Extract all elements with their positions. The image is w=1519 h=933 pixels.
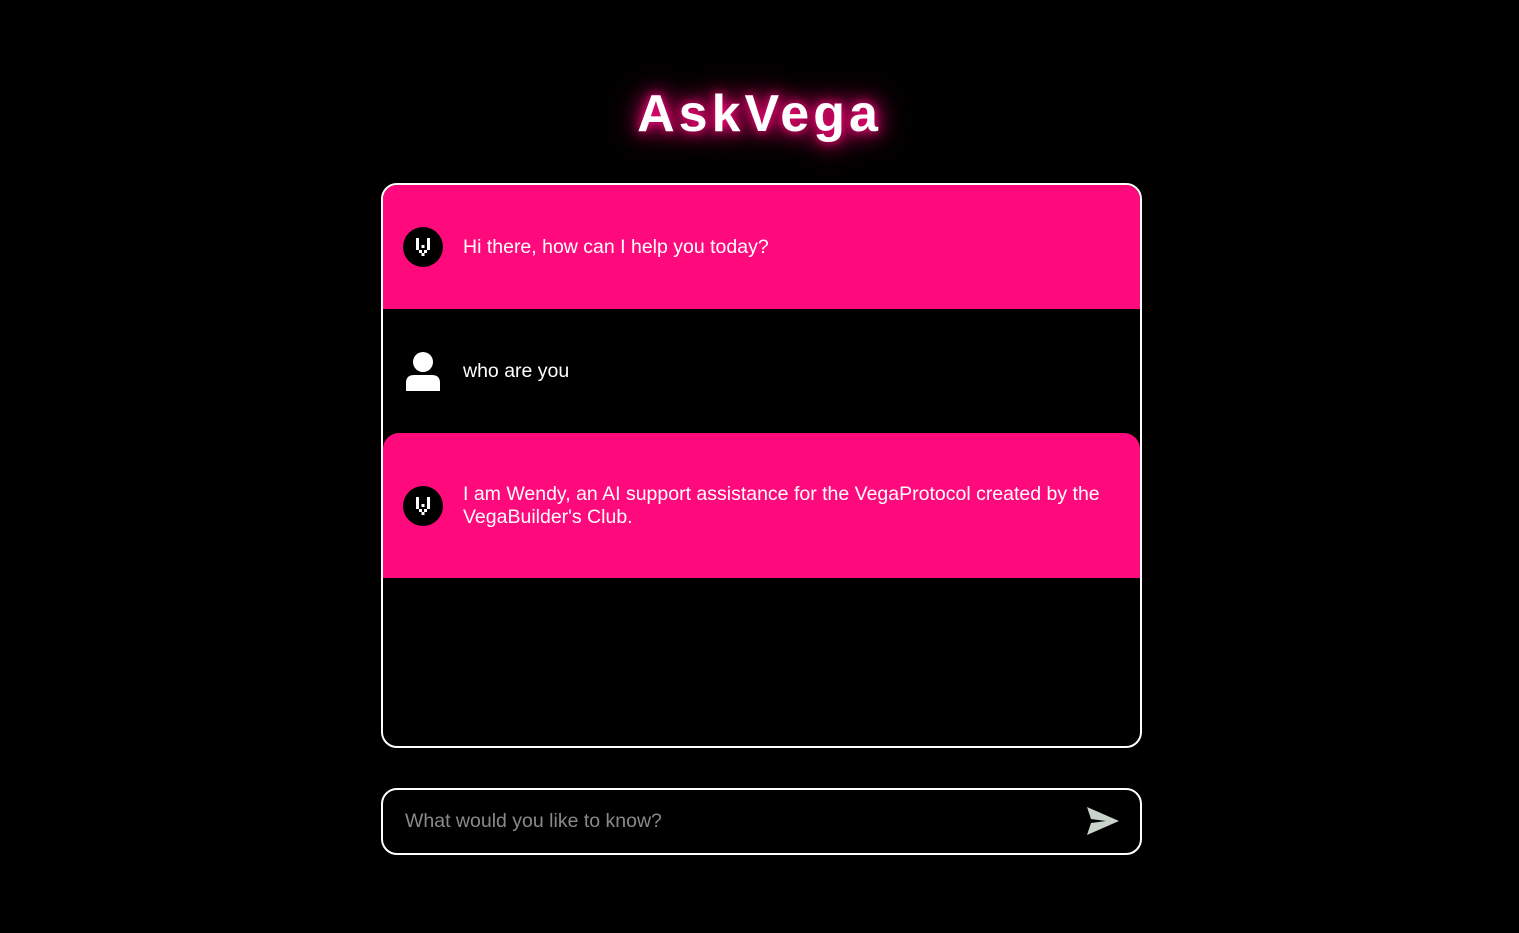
vega-logo-icon: [403, 485, 443, 526]
send-icon: [1086, 807, 1120, 839]
page: AskVega Hi there, how can I help you tod…: [0, 0, 1519, 933]
message-text: who are you: [463, 359, 570, 382]
bot-message: I am Wendy, an AI support assistance for…: [383, 433, 1140, 578]
chat-input[interactable]: [405, 790, 1065, 853]
user-icon: [403, 351, 443, 391]
bot-message: Hi there, how can I help you today?: [383, 185, 1140, 309]
app-title: AskVega: [637, 85, 882, 143]
message-text: I am Wendy, an AI support assistance for…: [463, 482, 1100, 528]
user-message: who are you: [383, 309, 1140, 433]
chat-input-bar: [381, 788, 1142, 855]
vega-logo-icon: [403, 227, 443, 267]
send-button[interactable]: [1086, 806, 1120, 836]
chat-window[interactable]: Hi there, how can I help you today? who …: [381, 183, 1142, 748]
message-text: Hi there, how can I help you today?: [463, 235, 769, 258]
